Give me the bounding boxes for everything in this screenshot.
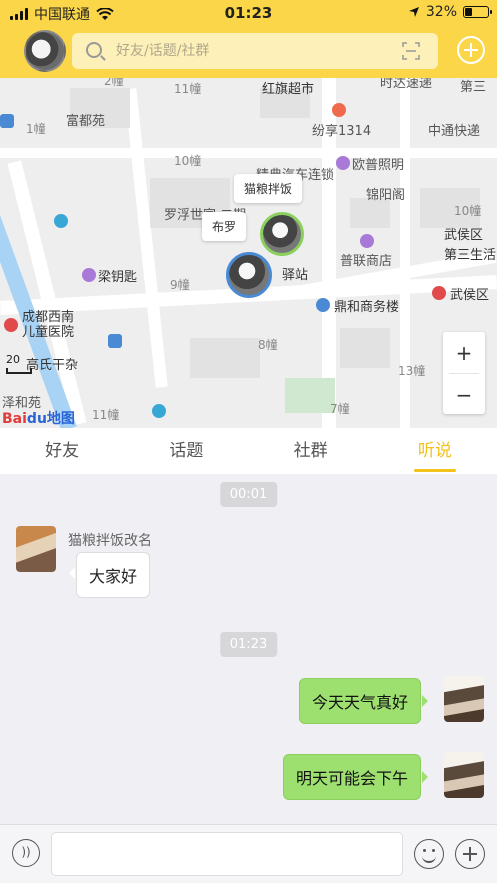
sender-avatar[interactable]	[16, 526, 56, 572]
office-icon	[316, 298, 330, 312]
chat-area[interactable]: 00:01 猫粮拌饭改名 大家好 01:23 今天天气真好 明天可能会下午	[0, 474, 497, 824]
outgoing-message[interactable]: 明天可能会下午	[282, 754, 429, 800]
building-number: 9幢	[170, 278, 190, 292]
search-icon	[86, 42, 102, 58]
building-number: 11幢	[92, 408, 120, 422]
map-label: 第三生活	[444, 248, 497, 263]
map-pin-label[interactable]: 布罗	[202, 212, 247, 241]
map-label: 中通快递	[428, 124, 481, 139]
map-building	[190, 338, 260, 378]
search-input[interactable]	[116, 39, 386, 63]
location-arrow-icon	[408, 7, 419, 17]
map-view[interactable]: 红旗超市 时达速递 第三 富都苑 纷享1314 中通快递 欧普照明 精典汽车连锁…	[0, 78, 497, 428]
tab-communities[interactable]: 社群	[249, 428, 373, 474]
message-input-bar: ))	[0, 824, 497, 883]
map-scale-bar	[6, 368, 32, 374]
building-number: 10幢	[174, 154, 202, 168]
message-input[interactable]	[51, 832, 403, 876]
shop-icon	[360, 234, 374, 248]
building-number: 11幢	[174, 82, 202, 96]
restaurant-icon	[332, 103, 346, 117]
voice-icon[interactable]: ))	[12, 839, 40, 867]
building-number: 7幢	[330, 402, 350, 416]
map-label: 高氏干杂	[26, 358, 79, 373]
map-label: 富都苑	[66, 114, 106, 129]
battery-percent: 32%	[425, 4, 457, 20]
map-label: 红旗超市	[262, 82, 315, 97]
map-road	[0, 148, 497, 158]
map-label: 武侯区	[444, 228, 484, 243]
status-right: 32%	[408, 4, 492, 20]
map-road	[124, 88, 168, 388]
baidu-map-logo: Baidu地图	[2, 411, 75, 427]
shop-icon	[336, 156, 350, 170]
building-number: 1幢	[26, 122, 46, 136]
tab-bar: 好友 话题 社群 听说	[0, 428, 497, 474]
map-scale-label: 20	[6, 353, 20, 366]
add-icon[interactable]	[457, 36, 485, 64]
map-label: 梁钥匙	[98, 270, 138, 285]
star-icon	[432, 286, 446, 300]
map-label: 锦阳阁	[366, 188, 406, 203]
user-pin-avatar[interactable]	[226, 252, 272, 298]
emoji-icon[interactable]	[414, 839, 444, 869]
chat-timestamp: 00:01	[219, 482, 278, 507]
map-pin-label[interactable]: 猫粮拌饭	[234, 174, 303, 203]
building-number: 8幢	[258, 338, 278, 352]
map-label: 鼎和商务楼	[334, 300, 400, 315]
building-number: 13幢	[398, 364, 426, 378]
sender-name: 猫粮拌饭改名	[68, 533, 152, 549]
chat-timestamp: 01:23	[219, 632, 278, 657]
outgoing-message[interactable]: 今天天气真好	[298, 678, 429, 724]
incoming-message[interactable]: 大家好	[68, 552, 151, 598]
map-label: 成都西南儿童医院	[22, 310, 75, 340]
status-bar: 中国联通 01:23 32%	[0, 0, 497, 26]
zoom-out-button[interactable]: −	[443, 374, 485, 415]
metro-icon	[152, 404, 166, 418]
battery-icon	[463, 6, 492, 18]
map-label: 纷享1314	[312, 124, 372, 139]
app-header	[0, 26, 497, 78]
my-chat-avatar[interactable]	[444, 676, 484, 722]
search-bar[interactable]	[72, 33, 438, 69]
my-chat-avatar[interactable]	[444, 752, 484, 798]
building-number: 2幢	[104, 78, 124, 88]
map-label: 时达速递	[380, 78, 433, 91]
zoom-in-button[interactable]: +	[443, 332, 485, 373]
map-park	[285, 378, 335, 413]
map-label: 驿站	[282, 268, 309, 283]
shop-icon	[82, 268, 96, 282]
user-pin-avatar[interactable]	[260, 212, 304, 256]
scan-icon[interactable]	[402, 42, 420, 60]
bus-icon	[108, 334, 122, 348]
hospital-icon	[4, 318, 18, 332]
add-attachment-icon[interactable]	[455, 839, 485, 869]
bus-icon	[0, 114, 14, 128]
map-label: 普联商店	[340, 254, 393, 269]
my-avatar[interactable]	[24, 30, 66, 72]
metro-icon	[54, 214, 68, 228]
map-label: 欧普照明	[352, 158, 405, 173]
tab-hearsay[interactable]: 听说	[373, 428, 497, 474]
map-label: 武侯区	[450, 288, 490, 303]
map-zoom-control: + −	[443, 332, 485, 414]
tab-topics[interactable]: 话题	[124, 428, 248, 474]
map-building	[340, 328, 390, 368]
tab-friends[interactable]: 好友	[0, 428, 124, 474]
map-label: 第三	[460, 80, 487, 95]
building-number: 10幢	[454, 204, 482, 218]
